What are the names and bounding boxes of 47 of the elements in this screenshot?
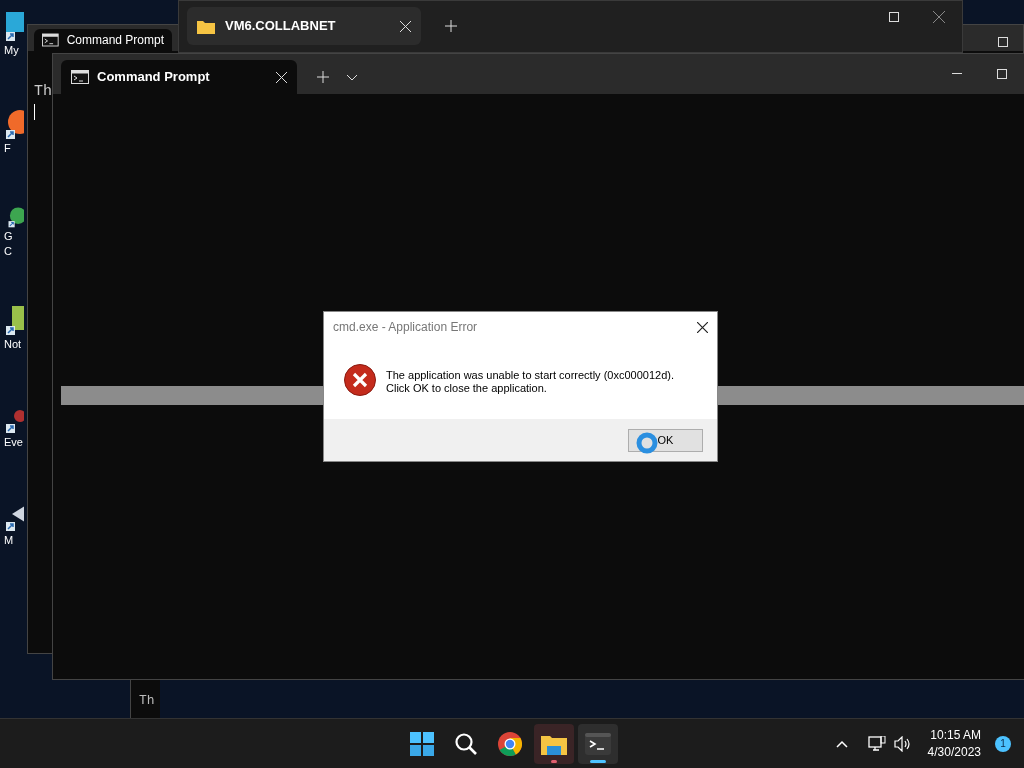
console-tab[interactable]: Command Prompt bbox=[61, 60, 297, 94]
shortcut-label: My bbox=[4, 44, 19, 57]
new-tab-icon[interactable] bbox=[445, 20, 457, 32]
new-tab-icon[interactable] bbox=[317, 71, 329, 83]
close-icon[interactable] bbox=[400, 20, 411, 32]
explorer-tab[interactable]: VM6.COLLABNET bbox=[187, 7, 421, 45]
chevron-down-icon[interactable] bbox=[347, 75, 357, 81]
shortcut-label: G bbox=[4, 230, 13, 243]
taskbar-app-button[interactable] bbox=[578, 723, 618, 764]
taskbar-app-button[interactable] bbox=[534, 723, 574, 764]
windows-logo-icon bbox=[410, 731, 434, 756]
busy-cursor-icon bbox=[636, 432, 658, 454]
close-icon[interactable] bbox=[276, 71, 287, 83]
running-indicator bbox=[590, 759, 606, 763]
console-icon bbox=[42, 33, 59, 47]
shortcut-icon[interactable] bbox=[4, 10, 24, 42]
minimize-icon bbox=[951, 73, 962, 75]
chevron-up-icon[interactable] bbox=[835, 739, 848, 748]
shortcut-label: C bbox=[4, 245, 12, 258]
maximize-icon bbox=[888, 12, 899, 22]
notification-badge[interactable]: 1 bbox=[995, 735, 1011, 752]
shortcut-label: Not bbox=[4, 338, 22, 351]
volume-icon[interactable] bbox=[893, 735, 912, 752]
console-text: Th bbox=[34, 82, 52, 102]
dialog-title: cmd.exe - Application Error bbox=[333, 319, 479, 336]
network-icon[interactable] bbox=[867, 735, 886, 752]
error-icon bbox=[344, 364, 376, 396]
close-icon bbox=[696, 321, 708, 333]
search-icon bbox=[454, 731, 478, 756]
shortcut-icon[interactable] bbox=[4, 108, 24, 140]
console-tab[interactable]: Command Prompt bbox=[34, 29, 172, 51]
shortcut-label: F bbox=[4, 142, 11, 155]
maximize-icon[interactable] bbox=[998, 37, 1008, 47]
shortcut-icon[interactable] bbox=[4, 304, 24, 336]
folder-icon bbox=[197, 18, 215, 34]
text-cursor bbox=[34, 103, 35, 120]
browser-icon bbox=[498, 731, 522, 756]
shortcut-label: Eve bbox=[4, 436, 23, 449]
error-message: The application was unable to start correctly (0xc000012d). Click OK to close the application. bbox=[386, 368, 674, 395]
shortcut-label: M bbox=[4, 534, 14, 547]
close-icon bbox=[932, 11, 945, 23]
console-text: Th bbox=[139, 692, 155, 710]
console-icon bbox=[71, 70, 89, 84]
maximize-icon bbox=[996, 69, 1007, 79]
running-indicator bbox=[551, 759, 557, 763]
terminal-icon bbox=[585, 732, 611, 755]
clock[interactable]: 10:15 AM 4/30/2023 bbox=[927, 726, 981, 761]
